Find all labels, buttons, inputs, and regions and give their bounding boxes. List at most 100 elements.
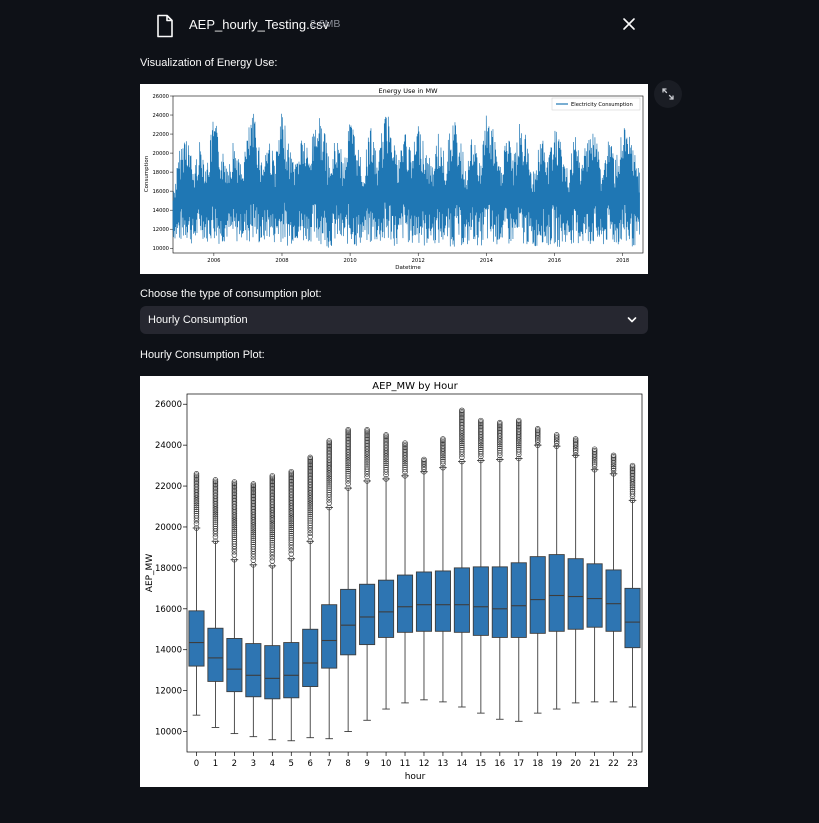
- x-axis: 0 1 2 3 4 5 6 7 8 9 10 11 12 13 14 15 16 17 18 19 20 21 22 23: [194, 752, 638, 769]
- outliers: [345, 427, 351, 491]
- box-hour-23: [624, 462, 641, 708]
- x-tick-label: 2010: [343, 258, 356, 264]
- y-tick-label: 26000: [155, 400, 182, 410]
- box-hour-5: [283, 468, 300, 742]
- plot-type-value: Hourly Consumption: [148, 314, 248, 326]
- x-tick-label: 14: [456, 759, 467, 769]
- y-axis: 10000 12000 14000 16000 18000 20000 22000 24000…: [155, 400, 187, 738]
- x-tick-label: 6: [308, 759, 313, 769]
- outliers: [629, 462, 636, 504]
- y-tick-label: 14000: [152, 208, 169, 214]
- x-tick-label: 2008: [275, 258, 288, 264]
- box-hour-2: [226, 479, 243, 735]
- outliers: [610, 452, 617, 477]
- outliers: [307, 454, 313, 545]
- x-tick-label: 2014: [480, 258, 494, 264]
- outliers: [440, 436, 446, 471]
- file-icon: [157, 14, 173, 38]
- outliers: [383, 432, 389, 482]
- chart-title: AEP_MW by Hour: [372, 381, 458, 392]
- box-hour-6: [302, 454, 319, 739]
- box-hour-20: [567, 436, 584, 704]
- x-tick-label: 12: [419, 759, 430, 769]
- box-iqr: [567, 558, 584, 630]
- y-tick-label: 24000: [155, 441, 182, 451]
- outliers: [459, 407, 465, 465]
- box-iqr: [586, 563, 603, 628]
- box-iqr: [321, 604, 338, 669]
- box-hour-1: [207, 477, 224, 728]
- outliers: [402, 440, 408, 479]
- x-tick-label: 2016: [548, 258, 561, 264]
- y-axis: 10000 12000 14000 16000 18000 20000 22000 24000…: [152, 94, 173, 252]
- y-axis-label: Consumption: [144, 155, 150, 192]
- legend: Electricity Consumption: [551, 97, 641, 111]
- outlier-point: [231, 549, 238, 555]
- x-tick-label: 2006: [207, 258, 220, 264]
- box-iqr: [378, 579, 395, 638]
- x-tick-label: 2: [232, 759, 237, 769]
- outliers: [534, 426, 541, 448]
- y-axis-label: AEP_MW: [145, 554, 155, 593]
- box-iqr: [624, 587, 641, 649]
- outliers: [591, 446, 598, 473]
- x-tick-label: 1: [213, 759, 218, 769]
- outliers: [326, 438, 332, 511]
- energy-visualization-label: Visualization of Energy Use:: [140, 57, 278, 69]
- box-iqr: [491, 566, 508, 638]
- plot-type-select[interactable]: Hourly Consumption: [140, 306, 648, 334]
- x-axis-label: Datetime: [395, 265, 421, 271]
- box-hour-3: [245, 481, 262, 738]
- x-tick-label: 3: [251, 759, 256, 769]
- box-hour-13: [434, 436, 451, 703]
- x-tick-label: 0: [194, 759, 199, 769]
- box-hour-16: [491, 419, 508, 720]
- box-hour-0: [188, 471, 205, 716]
- box-hour-21: [586, 446, 603, 703]
- x-tick-label: 5: [289, 759, 294, 769]
- outliers: [478, 417, 484, 464]
- x-tick-label: 13: [438, 759, 449, 769]
- box-iqr: [605, 569, 622, 632]
- box-iqr: [472, 566, 489, 636]
- outliers: [516, 417, 522, 462]
- outliers: [193, 471, 200, 531]
- fullscreen-button[interactable]: [654, 80, 682, 108]
- box-iqr: [359, 583, 376, 646]
- y-tick-label: 20000: [155, 523, 182, 533]
- outlier-point: [307, 530, 313, 537]
- x-tick-label: 10: [381, 759, 392, 769]
- box-hour-9: [359, 427, 376, 721]
- energy-use-svg: Energy Use in MW 10000 12000 14000 16000 180…: [144, 87, 644, 271]
- outliers: [364, 427, 370, 484]
- y-tick-label: 18000: [155, 564, 182, 574]
- box-hour-12: [415, 456, 433, 701]
- box-iqr: [510, 562, 527, 638]
- hourly-plot-label: Hourly Consumption Plot:: [140, 349, 265, 361]
- x-tick-label: 8: [345, 759, 350, 769]
- box-iqr: [396, 574, 414, 633]
- chevron-down-icon: [627, 317, 637, 323]
- x-tick-label: 17: [513, 759, 524, 769]
- outliers: [231, 479, 238, 563]
- y-tick-label: 10000: [155, 728, 182, 738]
- y-tick-label: 24000: [152, 113, 169, 119]
- x-tick-label: 21: [589, 759, 600, 769]
- x-axis: 2006 2008 2010 2012 2014 2016 2018: [207, 253, 629, 264]
- y-tick-label: 16000: [155, 605, 182, 615]
- close-icon[interactable]: [621, 16, 637, 32]
- y-tick-label: 18000: [152, 170, 169, 176]
- y-tick-label: 12000: [155, 687, 182, 697]
- box-hour-17: [510, 417, 527, 722]
- box-iqr: [283, 642, 300, 699]
- box-iqr: [340, 588, 357, 656]
- box-iqr: [302, 628, 319, 687]
- outliers: [269, 473, 276, 569]
- box-iqr: [207, 627, 224, 682]
- box-hour-18: [529, 426, 546, 714]
- box-hour-15: [472, 417, 489, 714]
- x-axis-label: hour: [405, 772, 426, 782]
- x-tick-label: 2018: [616, 258, 629, 264]
- box-iqr: [264, 645, 281, 700]
- outliers: [288, 468, 295, 562]
